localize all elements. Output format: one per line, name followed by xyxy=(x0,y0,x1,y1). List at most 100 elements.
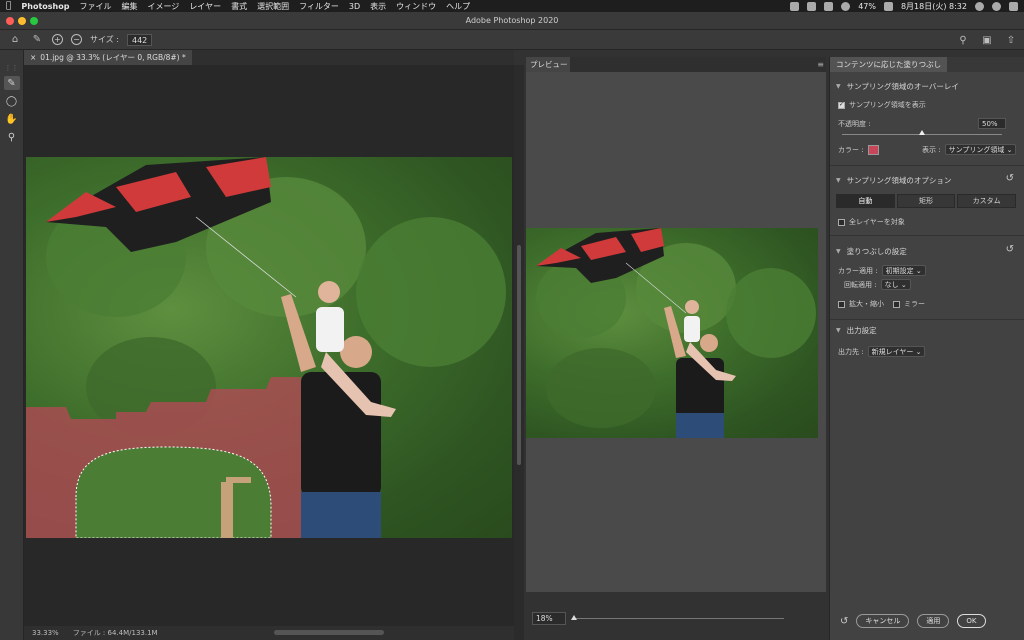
output-section-header[interactable]: ▼ 出力設定 xyxy=(836,325,877,336)
document-photo[interactable] xyxy=(26,157,512,538)
document-canvas[interactable] xyxy=(24,65,514,626)
share-icon[interactable]: ⇧ xyxy=(1004,33,1018,47)
brush-tool-preset-icon[interactable]: ✎ xyxy=(30,33,44,47)
document-zoom[interactable]: 33.33% xyxy=(32,629,59,637)
document-scroll-thumb[interactable] xyxy=(517,245,521,465)
menu-image[interactable]: イメージ xyxy=(147,1,179,12)
display-select[interactable]: サンプリング領域 ⌄ xyxy=(944,144,1017,155)
opacity-label: 不透明度 : xyxy=(838,120,871,128)
creative-cloud-icon[interactable] xyxy=(790,1,800,11)
reset-sampling-icon[interactable]: ↺ xyxy=(1006,173,1014,184)
sampling-mode-custom[interactable]: カスタム xyxy=(957,194,1017,208)
show-sampling-row[interactable]: ✓ サンプリング領域を表示 xyxy=(838,100,926,110)
overlay-section-header[interactable]: ▼ サンプリング領域のオーバーレイ xyxy=(836,81,959,92)
opacity-slider-knob[interactable] xyxy=(919,130,925,135)
sampling-brush-icon[interactable]: ✎ xyxy=(3,76,20,90)
zoom-icon[interactable]: ⚲ xyxy=(4,130,20,144)
document-status-bar: 33.33% ファイル : 64.4M/133.1M xyxy=(24,626,514,640)
bluetooth-icon[interactable] xyxy=(824,1,834,11)
clock[interactable]: 8月18日(火) 8:32 xyxy=(901,1,967,12)
wifi-icon[interactable] xyxy=(841,1,851,11)
panel-footer: ↺ キャンセル 適用 OK xyxy=(830,612,1024,630)
all-layers-row[interactable]: 全レイヤーを対象 xyxy=(838,217,905,227)
fill-section-title: 塗りつぶしの設定 xyxy=(846,247,907,256)
notification-icon[interactable] xyxy=(807,1,817,11)
menu-help[interactable]: ヘルプ xyxy=(446,1,470,12)
scale-row[interactable]: 拡大・縮小 xyxy=(838,299,884,309)
size-input[interactable]: 442 xyxy=(127,33,153,46)
chevron-down-icon: ▼ xyxy=(836,177,841,184)
search-icon[interactable] xyxy=(975,1,984,11)
menu-window[interactable]: ウィンドウ xyxy=(396,1,436,12)
mirror-checkbox[interactable] xyxy=(893,300,900,308)
panel-tab[interactable]: コンテンツに応じた塗りつぶし xyxy=(830,57,948,72)
cancel-button[interactable]: キャンセル xyxy=(856,614,910,628)
file-info[interactable]: ファイル : 64.4M/133.1M xyxy=(73,628,158,638)
document-horizontal-scrollbar[interactable] xyxy=(274,630,384,635)
color-adapt-row: カラー適用 : 初期設定 ⌄ xyxy=(838,265,926,276)
subtract-from-sample-icon[interactable]: − xyxy=(71,34,82,45)
sampling-mode-auto[interactable]: 自動 xyxy=(836,194,895,208)
output-row: 出力先 : 新規レイヤー ⌄ xyxy=(838,346,926,357)
menu-file[interactable]: ファイル xyxy=(79,1,111,12)
output-select[interactable]: 新規レイヤー ⌄ xyxy=(867,346,926,357)
preview-photo[interactable] xyxy=(526,228,818,438)
sampling-section-header[interactable]: ▼ サンプリング領域のオプション xyxy=(836,175,951,186)
ok-button[interactable]: OK xyxy=(957,614,986,628)
hand-icon[interactable]: ✋ xyxy=(4,112,20,126)
mirror-row[interactable]: ミラー xyxy=(893,299,925,309)
battery-percent: 47% xyxy=(858,1,876,11)
all-layers-checkbox[interactable] xyxy=(838,218,845,226)
menu-edit[interactable]: 編集 xyxy=(121,1,137,12)
app-menu[interactable]: Photoshop xyxy=(21,2,69,11)
window-title: Adobe Photoshop 2020 xyxy=(465,16,559,25)
zoom-window-button[interactable] xyxy=(30,17,38,25)
opacity-slider[interactable] xyxy=(842,130,1002,135)
tools-panel: ⋮⋮ ✎ ◯ ✋ ⚲ xyxy=(0,50,24,640)
menu-view[interactable]: 表示 xyxy=(370,1,386,12)
scale-checkbox[interactable] xyxy=(838,300,845,308)
close-tab-icon[interactable]: × xyxy=(30,53,36,62)
color-adapt-select[interactable]: 初期設定 ⌄ xyxy=(881,265,926,276)
document-vertical-scrollbar[interactable] xyxy=(514,65,524,640)
chevron-down-icon: ▼ xyxy=(836,83,841,90)
search-icon[interactable]: ⚲ xyxy=(956,33,970,47)
sampling-mode-rectangle[interactable]: 矩形 xyxy=(896,194,956,208)
close-window-button[interactable] xyxy=(6,17,14,25)
preview-zoom-knob[interactable] xyxy=(571,614,577,620)
apply-button[interactable]: 適用 xyxy=(917,614,950,628)
menu-type[interactable]: 書式 xyxy=(231,1,247,12)
rotation-select[interactable]: なし ⌄ xyxy=(880,279,911,290)
preview-tab[interactable]: プレビュー xyxy=(526,57,570,72)
reset-all-icon[interactable]: ↺ xyxy=(840,616,848,627)
preview-zoom-input[interactable]: 18% xyxy=(532,611,566,625)
mirror-label: ミラー xyxy=(904,300,925,308)
add-to-sample-icon[interactable]: + xyxy=(52,34,63,45)
rotation-row: 回転適用 : なし ⌄ xyxy=(844,279,911,290)
menu-filter[interactable]: フィルター xyxy=(299,1,339,12)
user-icon[interactable] xyxy=(992,1,1001,11)
workspace-icon[interactable]: ▣ xyxy=(980,33,994,47)
menu-layer[interactable]: レイヤー xyxy=(189,1,221,12)
apple-menu-icon[interactable]:  xyxy=(6,1,11,11)
menu-3d[interactable]: 3D xyxy=(349,2,360,11)
preview-tabbar: プレビュー ≡ xyxy=(526,57,826,72)
home-icon[interactable]: ⌂ xyxy=(8,33,22,47)
opacity-input[interactable]: 50% xyxy=(978,118,1006,129)
show-sampling-checkbox[interactable]: ✓ xyxy=(838,101,845,109)
battery-icon[interactable] xyxy=(883,1,893,11)
preview-menu-icon[interactable]: ≡ xyxy=(817,60,824,69)
document-tab[interactable]: × 01.jpg @ 33.3% (レイヤー 0, RGB/8#) * xyxy=(24,50,192,65)
menu-select[interactable]: 選択範囲 xyxy=(257,1,289,12)
color-label: カラー : xyxy=(838,146,864,154)
overlay-color-swatch[interactable] xyxy=(867,145,879,155)
sampling-section-title: サンプリング領域のオプション xyxy=(846,176,952,185)
chevron-down-icon: ▼ xyxy=(836,327,841,334)
fill-section-header[interactable]: ▼ 塗りつぶしの設定 xyxy=(836,246,907,257)
minimize-window-button[interactable] xyxy=(18,17,26,25)
toolbar-grip[interactable]: ⋮⋮ xyxy=(5,64,19,72)
lasso-icon[interactable]: ◯ xyxy=(4,94,20,108)
control-center-icon[interactable] xyxy=(1009,1,1018,11)
reset-fill-icon[interactable]: ↺ xyxy=(1006,244,1014,255)
preview-zoom-slider[interactable] xyxy=(571,614,784,620)
